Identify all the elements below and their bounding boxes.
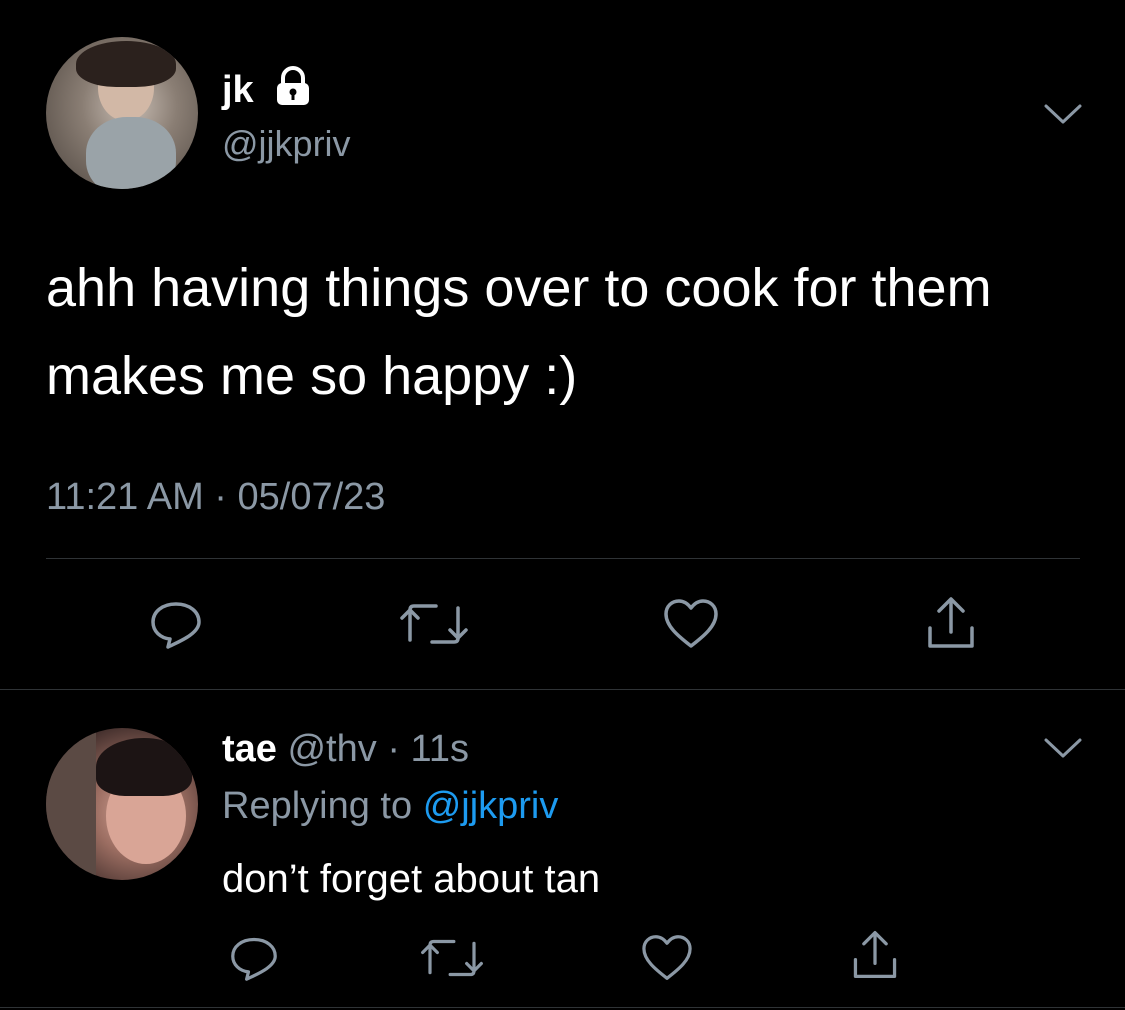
avatar-jk[interactable] (46, 37, 198, 189)
display-name[interactable]: jk (222, 70, 254, 110)
avatar-shirt (86, 117, 176, 189)
tweet-text: ahh having things over to cook for them … (46, 258, 992, 406)
tweet-age[interactable]: 11s (411, 728, 469, 770)
chevron-down-icon[interactable] (1040, 730, 1086, 766)
reply-icon[interactable] (228, 934, 280, 982)
divider (46, 558, 1080, 559)
lock-icon (272, 66, 314, 106)
avatar-hair (76, 41, 176, 87)
retweet-icon[interactable] (420, 936, 484, 980)
display-name[interactable]: tae (222, 728, 277, 770)
replying-to-link[interactable]: @jjkpriv (423, 785, 559, 827)
share-icon[interactable] (922, 594, 980, 652)
separator: · (387, 728, 400, 770)
like-icon[interactable] (640, 934, 694, 982)
reply-icon[interactable] (148, 598, 204, 650)
replying-to-label: Replying to (222, 785, 413, 827)
avatar-background (46, 728, 96, 880)
handle[interactable]: @jjkpriv (222, 124, 351, 164)
avatar-hair (96, 738, 192, 796)
reply-text: don’t forget about tan (222, 857, 601, 901)
retweet-icon[interactable] (400, 600, 468, 648)
like-icon[interactable] (662, 598, 720, 650)
divider (0, 1007, 1125, 1008)
reply-header: tae @thv · 11s (222, 728, 469, 770)
share-icon[interactable] (848, 928, 902, 982)
divider (0, 689, 1125, 690)
avatar-tae[interactable] (46, 728, 198, 880)
chevron-down-icon[interactable] (1040, 96, 1086, 132)
handle[interactable]: @thv (287, 728, 376, 770)
tweet-timestamp[interactable]: 11:21 AM · 05/07/23 (46, 475, 385, 519)
replying-to: Replying to @jjkpriv (222, 784, 558, 828)
